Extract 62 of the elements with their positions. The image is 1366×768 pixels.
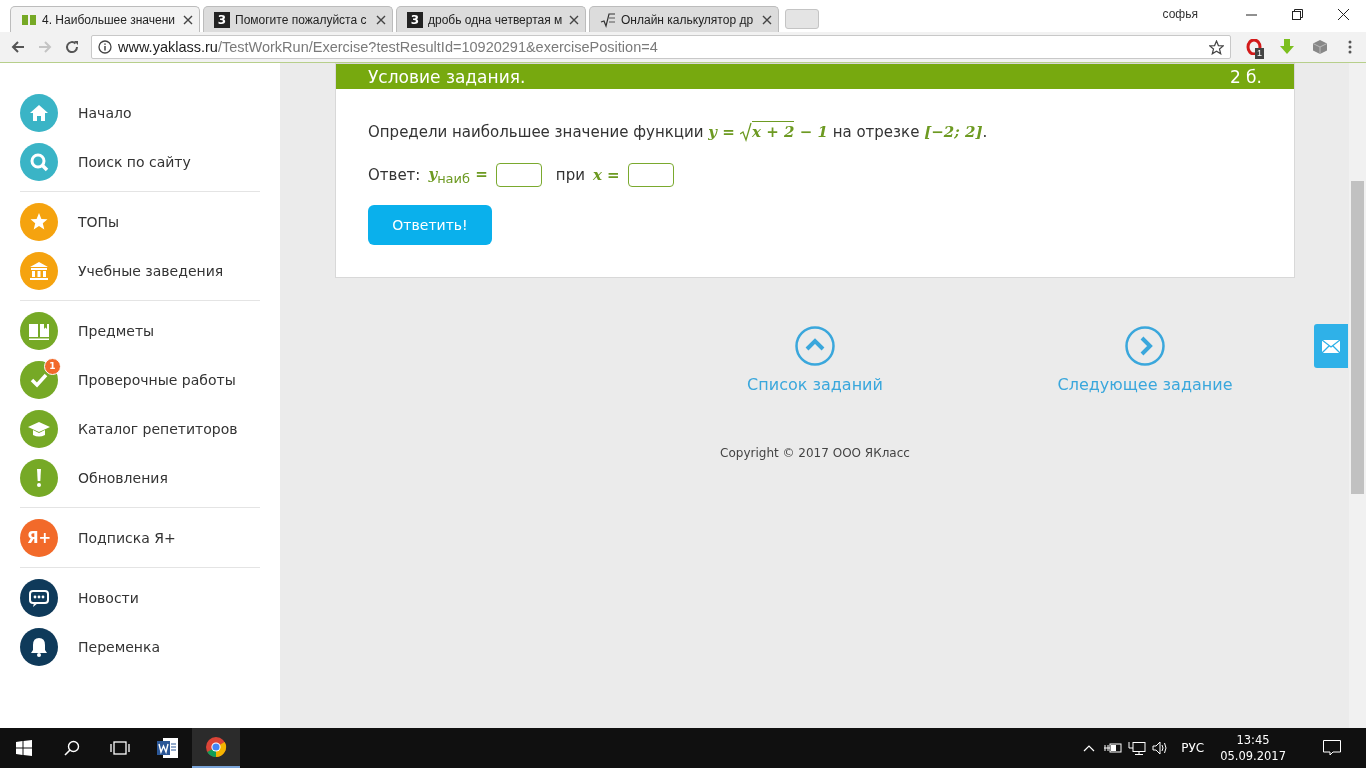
chrome-browser-icon[interactable] [205, 736, 227, 758]
back-arrow-icon[interactable] [10, 40, 25, 54]
sidebar-link[interactable]: ТОПы [78, 213, 120, 230]
bookmark-star-icon[interactable] [1209, 39, 1224, 55]
notification-icon[interactable] [1323, 740, 1341, 756]
browser-tab[interactable]: 4. Наибольшее значени [10, 6, 200, 32]
site-logo-icon: 3 [214, 11, 230, 28]
clock-date[interactable]: 05.09.2017 [1220, 748, 1286, 764]
close-icon[interactable] [1337, 8, 1349, 20]
sidebar-link[interactable]: Поиск по сайту [78, 153, 191, 170]
sidebar-link[interactable]: Каталог репетиторов [78, 420, 238, 437]
battery-plug-icon[interactable] [1104, 742, 1123, 754]
close-icon[interactable] [376, 14, 386, 25]
browser-tab[interactable]: 3 Помогите пожалуйста с [203, 6, 393, 32]
sidebar-link[interactable]: Новости [78, 589, 139, 606]
question-text: Определи наибольшее значение функции y = x + 2 − 1 на отрезке [−2; 2]. [368, 121, 989, 143]
menu-icon[interactable] [1347, 40, 1352, 54]
sidebar-link[interactable]: Учебные заведения [78, 262, 224, 279]
document-w-icon[interactable] [157, 737, 179, 759]
o-ring-icon[interactable] [1245, 39, 1262, 55]
sidebar-link[interactable]: Предметы [78, 322, 155, 339]
restore-icon[interactable] [1291, 8, 1303, 20]
notification-badge: 1 [44, 357, 61, 375]
task-view-icon[interactable] [110, 741, 130, 755]
keyboard-language[interactable]: РУС [1181, 741, 1205, 755]
sidebar-link[interactable]: Переменка [78, 638, 160, 655]
info-icon [98, 40, 112, 54]
answer-label: Ответ: [368, 166, 421, 184]
chevron-up-icon[interactable] [1083, 744, 1096, 752]
math-expression: y$_{наиб}$ = [428, 164, 488, 186]
copyright-text: Copyright © 2017 ООО ЯКласс [719, 446, 911, 460]
reload-icon[interactable] [64, 40, 79, 54]
sidebar-link[interactable]: Начало [78, 104, 132, 121]
answer-label: при [555, 166, 585, 184]
close-icon[interactable] [569, 14, 579, 25]
radical-sign-icon [740, 122, 753, 142]
task-points: 2 б. [1229, 66, 1262, 87]
math-expression: x = [592, 166, 620, 184]
url-text: www.yaklass.ru/TestWorkRun/Exercise?testResultId=10920291&exercisePosition=4 [118, 39, 659, 55]
profile-name[interactable]: софья [1162, 7, 1198, 21]
extension-badge: 1 [1255, 48, 1264, 59]
browser-tab[interactable]: 3 дробь одна четвертая м [396, 6, 586, 32]
network-icon[interactable] [1128, 740, 1147, 756]
close-icon[interactable] [762, 14, 772, 25]
letter-logo-icon: Я+ [20, 518, 58, 557]
search-icon[interactable] [64, 740, 80, 756]
root-sign-icon [600, 11, 616, 28]
sidebar-link[interactable]: Подписка Я+ [78, 529, 176, 546]
envelope-icon [1322, 339, 1340, 353]
sidebar-link[interactable]: Обновления [78, 469, 168, 486]
clock-time[interactable]: 13:45 [1236, 732, 1270, 748]
cube-icon[interactable] [1311, 39, 1328, 55]
task-title: Условие задания. [368, 66, 526, 87]
sidebar-link[interactable]: Проверочные работы [78, 371, 236, 388]
windows-start-icon[interactable] [16, 740, 32, 756]
answer-field[interactable] [627, 163, 674, 187]
close-icon[interactable] [183, 14, 193, 25]
address-bar[interactable]: www.yaklass.ru/TestWorkRun/Exercise?testResultId=10920291&exercisePosition=4 [91, 35, 1231, 59]
site-logo-icon: 3 [407, 11, 423, 28]
browser-tab[interactable]: Онлайн калькулятор др [589, 6, 779, 32]
answer-field[interactable] [495, 163, 542, 187]
scrollbar-thumb[interactable] [1351, 181, 1364, 494]
